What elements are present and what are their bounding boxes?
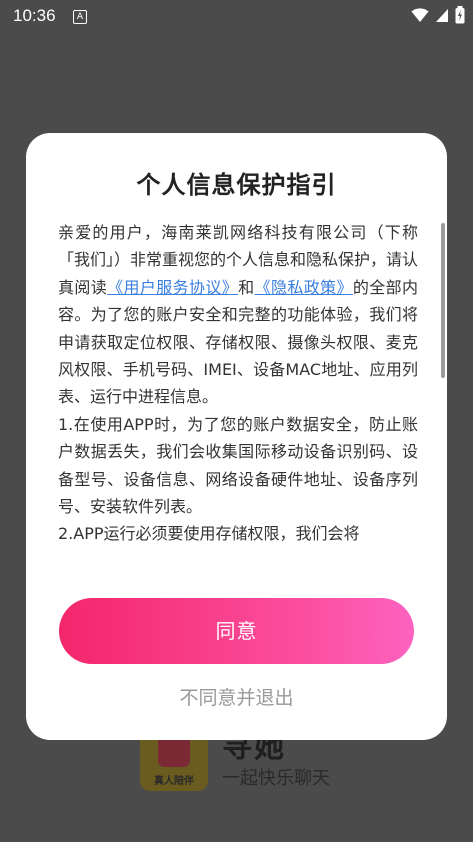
signal-icon — [436, 9, 448, 22]
intro-text-continued: 的全部内容。为了您的账户安全和完整的功能体验，我们将申请获取定位权限、存储权限、… — [58, 277, 418, 407]
paragraph-device-info: 1.在使用APP时，为了您的账户数据安全，防止账户数据丢失，我们会收集国际移动设… — [58, 414, 418, 517]
agree-button[interactable]: 同意 — [59, 598, 414, 664]
dialog-title: 个人信息保护指引 — [136, 171, 337, 199]
notification-icon: A — [73, 10, 87, 24]
dialog-body[interactable]: 亲爱的用户，海南莱凯网络科技有限公司（下称「我们」）非常重视您的个人信息和隐私保… — [58, 219, 418, 565]
status-time: 10:36 — [13, 6, 56, 25]
and-text: 和 — [238, 277, 255, 297]
app-logo-label: 真人陪伴 — [154, 776, 194, 787]
privacy-dialog: 个人信息保护指引 亲爱的用户，海南莱凯网络科技有限公司（下称「我们」）非常重视您… — [26, 133, 447, 740]
paragraph-intro: 亲爱的用户，海南莱凯网络科技有限公司（下称「我们」）非常重视您的个人信息和隐私保… — [58, 219, 418, 411]
status-icons — [411, 6, 465, 24]
app-slogan: 一起快乐聊天 — [222, 768, 330, 789]
battery-icon — [455, 6, 465, 24]
screen: 10:36 A 真人陪伴 寻她 一起快乐聊天 个人信息保护指引 亲爱的用户，海南… — [0, 0, 473, 842]
privacy-policy-link[interactable]: 《隐私政策》 — [255, 278, 353, 297]
wifi-icon — [411, 8, 429, 22]
scrollbar[interactable] — [441, 223, 445, 378]
user-agreement-link[interactable]: 《用户服务协议》 — [107, 278, 238, 297]
disagree-exit-button[interactable]: 不同意并退出 — [26, 683, 447, 710]
status-bar: 10:36 A — [0, 0, 473, 34]
paragraph-storage: 2.APP运行必须要使用存储权限，我们会将 — [58, 524, 360, 544]
